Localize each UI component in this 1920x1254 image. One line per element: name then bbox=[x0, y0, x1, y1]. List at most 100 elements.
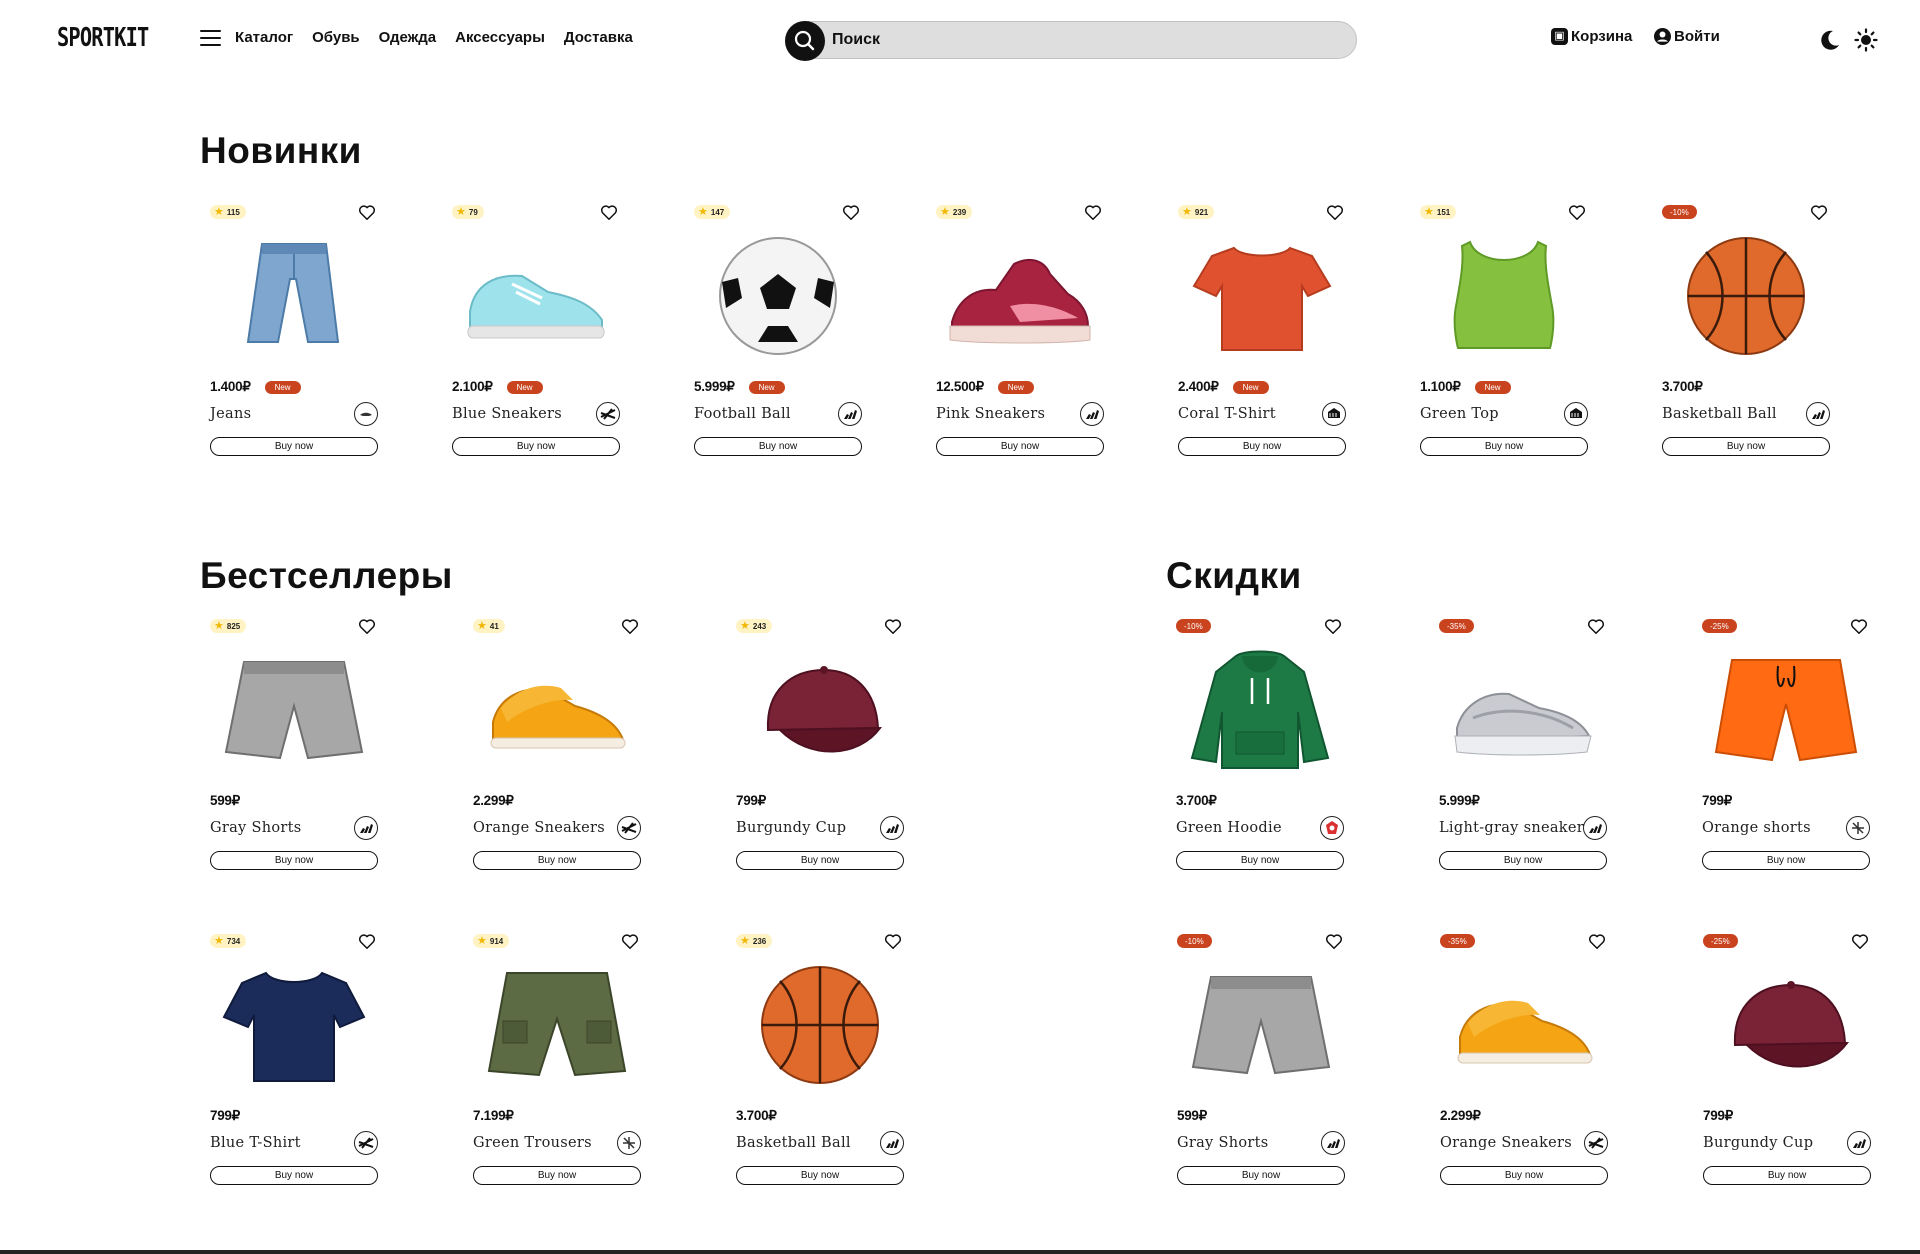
heart-icon[interactable] bbox=[884, 618, 902, 635]
site-logo[interactable]: SPORTKIT bbox=[57, 23, 149, 53]
menu-icon[interactable] bbox=[200, 30, 221, 46]
login-link[interactable]: Войти bbox=[1654, 28, 1720, 45]
buy-now-button[interactable]: Buy now bbox=[473, 1166, 641, 1185]
product-image-blue-tshirt[interactable] bbox=[210, 960, 378, 1090]
buy-now-button[interactable]: Buy now bbox=[210, 851, 378, 870]
heart-icon[interactable] bbox=[358, 933, 376, 950]
product-image-pink-sneakers[interactable] bbox=[936, 231, 1104, 361]
buy-now-button[interactable]: Buy now bbox=[1440, 1166, 1608, 1185]
heart-icon[interactable] bbox=[1084, 204, 1102, 221]
product-card-jeans[interactable]: ★ 115 1.400₽ New Jeans Buy now bbox=[210, 203, 378, 456]
product-card-basketball-ball[interactable]: -10% 3.700₽ Basketball Ball Buy now bbox=[1662, 203, 1830, 456]
product-name[interactable]: Orange Sneakers bbox=[1440, 1135, 1572, 1151]
nav-item-delivery[interactable]: Доставка bbox=[564, 29, 633, 46]
product-name[interactable]: Green Top bbox=[1420, 406, 1499, 422]
product-card-football-ball[interactable]: ★ 147 5.999₽ New Football Ball Buy now bbox=[694, 203, 862, 456]
product-card-gray-shorts[interactable]: ★ 825 599₽ Gray Shorts Buy now bbox=[210, 617, 378, 870]
product-image-burgundy-cap[interactable] bbox=[736, 645, 904, 775]
product-image-green-hoodie[interactable] bbox=[1176, 645, 1344, 775]
nav-item-accessories[interactable]: Аксессуары bbox=[455, 29, 545, 46]
heart-icon[interactable] bbox=[621, 618, 639, 635]
buy-now-button[interactable]: Buy now bbox=[736, 1166, 904, 1185]
product-card-burgundy-cup[interactable]: ★ 243 799₽ Burgundy Cup Buy now bbox=[736, 617, 904, 870]
product-name[interactable]: Coral T-Shirt bbox=[1178, 406, 1276, 422]
nav-item-catalog[interactable]: Каталог bbox=[235, 29, 293, 46]
heart-icon[interactable] bbox=[358, 204, 376, 221]
product-card-light-gray-sneakers[interactable]: -35% 5.999₽ Light-gray sneakers Buy now bbox=[1439, 617, 1607, 870]
heart-icon[interactable] bbox=[600, 204, 618, 221]
buy-now-button[interactable]: Buy now bbox=[210, 437, 378, 456]
product-card-blue-sneakers[interactable]: ★ 79 2.100₽ New Blue Sneakers Buy now bbox=[452, 203, 620, 456]
cart-link[interactable]: ▣ Корзина bbox=[1551, 28, 1632, 45]
search-button[interactable] bbox=[785, 21, 825, 61]
buy-now-button[interactable]: Buy now bbox=[1176, 851, 1344, 870]
nav-item-clothes[interactable]: Одежда bbox=[379, 29, 436, 46]
product-card-orange-shorts[interactable]: -25% 799₽ Orange shorts Buy now bbox=[1702, 617, 1870, 870]
product-card-green-trousers[interactable]: ★ 914 7.199₽ Green Trousers Buy now bbox=[473, 932, 641, 1185]
buy-now-button[interactable]: Buy now bbox=[694, 437, 862, 456]
product-card-gray-shorts[interactable]: -10% 599₽ Gray Shorts Buy now bbox=[1177, 932, 1345, 1185]
product-name[interactable]: Burgundy Cup bbox=[736, 820, 846, 836]
heart-icon[interactable] bbox=[1850, 618, 1868, 635]
product-image-orange-shorts[interactable] bbox=[1702, 645, 1870, 775]
buy-now-button[interactable]: Buy now bbox=[1662, 437, 1830, 456]
buy-now-button[interactable]: Buy now bbox=[452, 437, 620, 456]
product-image-orange-sneakers[interactable] bbox=[1440, 960, 1608, 1090]
product-image-gray-shorts[interactable] bbox=[210, 645, 378, 775]
buy-now-button[interactable]: Buy now bbox=[936, 437, 1104, 456]
heart-icon[interactable] bbox=[358, 618, 376, 635]
product-image-orange-sneakers[interactable] bbox=[473, 645, 641, 775]
buy-now-button[interactable]: Buy now bbox=[1178, 437, 1346, 456]
product-image-basketball[interactable] bbox=[1662, 231, 1830, 361]
product-name[interactable]: Pink Sneakers bbox=[936, 406, 1045, 422]
product-card-pink-sneakers[interactable]: ★ 239 12.500₽ New Pink Sneakers Buy now bbox=[936, 203, 1104, 456]
buy-now-button[interactable]: Buy now bbox=[1703, 1166, 1871, 1185]
product-card-green-top[interactable]: ★ 151 1.100₽ New Green Top Buy now bbox=[1420, 203, 1588, 456]
product-card-orange-sneakers[interactable]: -35% 2.299₽ Orange Sneakers Buy now bbox=[1440, 932, 1608, 1185]
search-input[interactable] bbox=[832, 22, 1332, 58]
buy-now-button[interactable]: Buy now bbox=[210, 1166, 378, 1185]
heart-icon[interactable] bbox=[621, 933, 639, 950]
product-name[interactable]: Gray Shorts bbox=[210, 820, 301, 836]
product-card-basketball-ball[interactable]: ★ 236 3.700₽ Basketball Ball Buy now bbox=[736, 932, 904, 1185]
heart-icon[interactable] bbox=[1568, 204, 1586, 221]
product-card-blue-t-shirt[interactable]: ★ 734 799₽ Blue T-Shirt Buy now bbox=[210, 932, 378, 1185]
product-name[interactable]: Light-gray sneakers bbox=[1439, 820, 1592, 836]
product-card-green-hoodie[interactable]: -10% 3.700₽ Green Hoodie Buy now bbox=[1176, 617, 1344, 870]
product-image-jeans[interactable] bbox=[210, 231, 378, 361]
product-image-green-top[interactable] bbox=[1420, 231, 1588, 361]
product-name[interactable]: Basketball Ball bbox=[1662, 406, 1777, 422]
heart-icon[interactable] bbox=[1851, 933, 1869, 950]
product-name[interactable]: Blue Sneakers bbox=[452, 406, 562, 422]
product-image-burgundy-cap[interactable] bbox=[1703, 960, 1871, 1090]
product-name[interactable]: Green Trousers bbox=[473, 1135, 592, 1151]
buy-now-button[interactable]: Buy now bbox=[1439, 851, 1607, 870]
heart-icon[interactable] bbox=[1810, 204, 1828, 221]
product-name[interactable]: Blue T-Shirt bbox=[210, 1135, 301, 1151]
heart-icon[interactable] bbox=[842, 204, 860, 221]
dark-mode-icon[interactable] bbox=[1818, 28, 1842, 52]
product-card-orange-sneakers[interactable]: ★ 41 2.299₽ Orange Sneakers Buy now bbox=[473, 617, 641, 870]
product-name[interactable]: Gray Shorts bbox=[1177, 1135, 1268, 1151]
product-image-blue-sneakers[interactable] bbox=[452, 231, 620, 361]
product-name[interactable]: Football Ball bbox=[694, 406, 791, 422]
heart-icon[interactable] bbox=[1588, 933, 1606, 950]
buy-now-button[interactable]: Buy now bbox=[473, 851, 641, 870]
product-image-coral-tshirt[interactable] bbox=[1178, 231, 1346, 361]
heart-icon[interactable] bbox=[884, 933, 902, 950]
product-name[interactable]: Orange shorts bbox=[1702, 820, 1811, 836]
product-image-gray-shorts[interactable] bbox=[1177, 960, 1345, 1090]
nav-item-shoes[interactable]: Обувь bbox=[312, 29, 360, 46]
light-mode-icon[interactable] bbox=[1854, 28, 1878, 52]
product-card-burgundy-cup[interactable]: -25% 799₽ Burgundy Cup Buy now bbox=[1703, 932, 1871, 1185]
heart-icon[interactable] bbox=[1326, 204, 1344, 221]
buy-now-button[interactable]: Buy now bbox=[1420, 437, 1588, 456]
buy-now-button[interactable]: Buy now bbox=[736, 851, 904, 870]
product-image-gray-sneakers[interactable] bbox=[1439, 645, 1607, 775]
product-name[interactable]: Jeans bbox=[210, 406, 251, 422]
product-image-green-trousers[interactable] bbox=[473, 960, 641, 1090]
product-name[interactable]: Green Hoodie bbox=[1176, 820, 1282, 836]
product-name[interactable]: Basketball Ball bbox=[736, 1135, 851, 1151]
heart-icon[interactable] bbox=[1324, 618, 1342, 635]
product-image-basketball[interactable] bbox=[736, 960, 904, 1090]
